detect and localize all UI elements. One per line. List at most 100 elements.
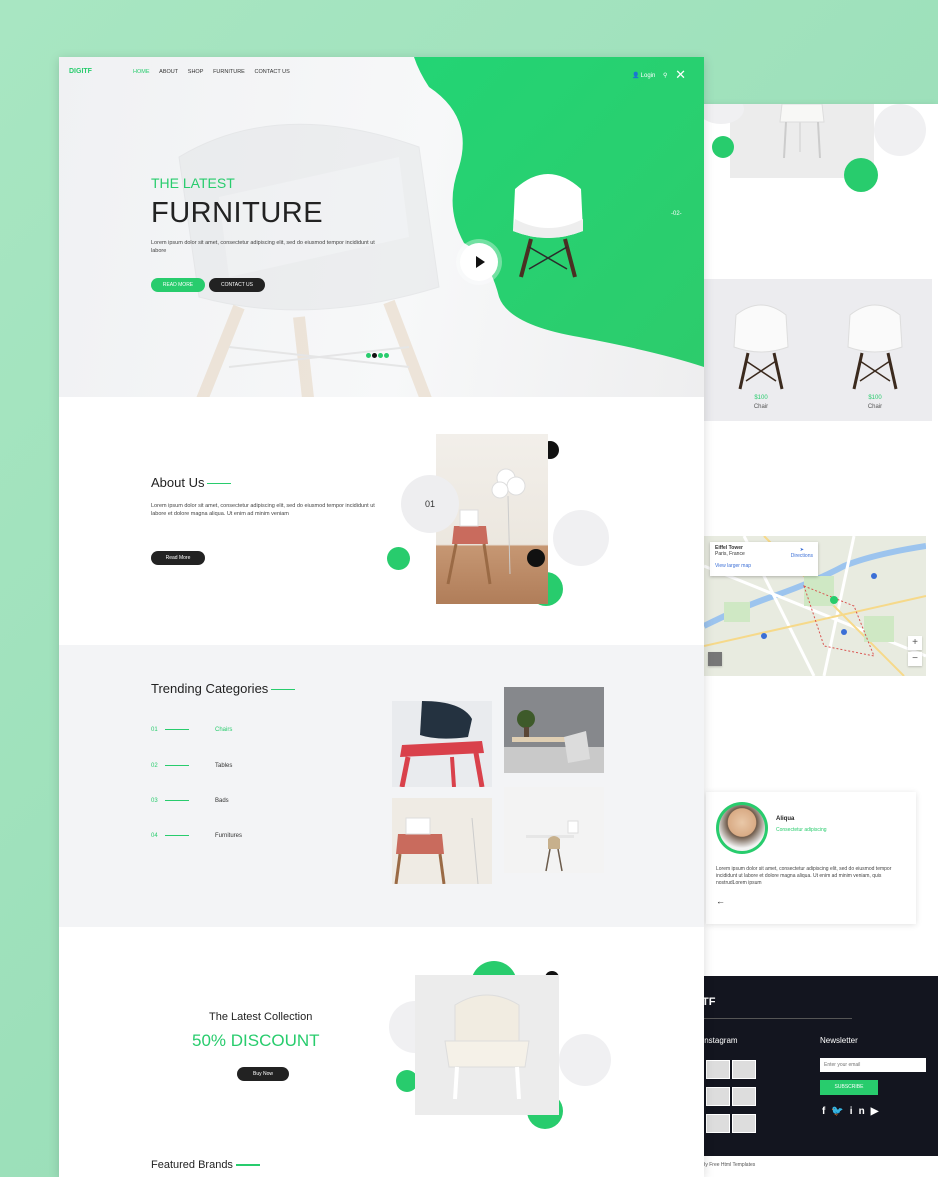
category-label: Chairs	[215, 727, 233, 733]
decor-circle	[553, 510, 609, 566]
arrow-left-icon[interactable]: ←	[716, 896, 725, 906]
linkedin-icon[interactable]: in	[850, 1106, 871, 1117]
about-number: 01	[401, 475, 459, 533]
product-price: $100	[754, 395, 768, 401]
menu-home[interactable]: HOME	[133, 69, 150, 75]
testimonial-text: Lorem ipsum dolor sit amet, consectetur …	[716, 866, 892, 886]
decor-circle	[874, 104, 926, 156]
featured-brands-title: Featured Brands	[151, 1159, 260, 1171]
contact-us-button[interactable]: CONTACT US	[209, 278, 265, 292]
category-item-chairs[interactable]: 01 Chairs	[151, 727, 232, 733]
product-card[interactable]: $100 Chair	[818, 279, 932, 421]
chair-image	[733, 304, 789, 390]
newsletter-email-input[interactable]	[820, 1058, 926, 1072]
user-icon[interactable]: 👤	[632, 73, 639, 79]
latest-collection-section: The Latest Collection 50% DISCOUNT Buy N…	[59, 927, 704, 1177]
slider-dot[interactable]	[384, 353, 389, 358]
instagram-thumb[interactable]	[732, 1060, 756, 1079]
search-icon[interactable]: ⚲	[663, 73, 667, 79]
street-view-button[interactable]	[708, 652, 722, 666]
instagram-thumb[interactable]	[706, 1060, 730, 1079]
zoom-out-button[interactable]: −	[908, 652, 922, 666]
secondary-page-preview: $100 Chair $100 Chair Eiffel Tower Paris…	[688, 104, 938, 1177]
slider-dot[interactable]	[366, 353, 371, 358]
product-card[interactable]: $100 Chair	[704, 279, 818, 421]
slider-dot[interactable]	[378, 353, 383, 358]
category-number: 03	[151, 798, 158, 804]
divider	[702, 1018, 852, 1019]
product-price: $100	[868, 395, 882, 401]
category-item-tables[interactable]: 02 Tables	[151, 763, 232, 769]
youtube-icon[interactable]: ▶	[871, 1106, 885, 1117]
category-tile-tables[interactable]	[504, 687, 604, 773]
testimonial-name: Aliqua	[776, 816, 795, 822]
trending-title: Trending Categories	[151, 681, 295, 696]
instagram-thumb[interactable]	[706, 1114, 730, 1133]
menu-contact[interactable]: CONTACT US	[255, 69, 290, 75]
category-number: 01	[151, 727, 158, 733]
logo[interactable]: DIGITF	[69, 68, 92, 75]
category-label: Bads	[215, 798, 229, 804]
login-link[interactable]: Login	[641, 73, 656, 79]
trending-categories-section: Trending Categories 01 Chairs 02 Tables 03…	[59, 645, 704, 927]
menu-about[interactable]: ABOUT	[159, 69, 178, 75]
avatar	[716, 802, 768, 854]
category-item-bads[interactable]: 03 Bads	[151, 798, 229, 804]
instagram-thumb[interactable]	[732, 1087, 756, 1106]
latest-collection-image	[415, 975, 559, 1115]
newsletter-heading: Newsletter	[820, 1036, 858, 1045]
menu-furniture[interactable]: FURNITURE	[213, 69, 245, 75]
category-item-furnitures[interactable]: 04 Furnitures	[151, 833, 242, 839]
view-larger-map-link[interactable]: View larger map	[715, 563, 813, 569]
testimonial-role: Consectetur adipiscing	[776, 827, 827, 833]
zoom-in-button[interactable]: +	[908, 636, 922, 650]
location-map[interactable]: Eiffel Tower Paris, France View larger m…	[704, 536, 926, 676]
slider-dots	[366, 345, 390, 363]
category-tile-bads[interactable]	[392, 798, 492, 884]
discount-text: 50% DISCOUNT	[192, 1031, 320, 1050]
category-label: Furnitures	[215, 833, 243, 839]
footer-brand: TF	[702, 996, 716, 1008]
buy-now-button[interactable]: Buy Now	[237, 1067, 289, 1081]
menu-shop[interactable]: SHOP	[188, 69, 204, 75]
slider-dot[interactable]	[372, 353, 377, 358]
instagram-thumb[interactable]	[706, 1087, 730, 1106]
subscribe-button[interactable]: SUBSCRIBE	[820, 1080, 878, 1095]
hero-description: Lorem ipsum dolor sit amet, consectetur …	[151, 240, 375, 254]
about-section: About Us Lorem ipsum dolor sit amet, con…	[59, 397, 704, 645]
read-more-button[interactable]: READ MORE	[151, 278, 205, 292]
about-title: About Us	[151, 475, 231, 490]
instagram-heading: Instagram	[702, 1036, 738, 1045]
map-info-card: Eiffel Tower Paris, France View larger m…	[710, 542, 818, 576]
decor-circle	[712, 136, 734, 158]
close-icon[interactable]: ✕	[675, 67, 686, 82]
instagram-thumb[interactable]	[732, 1114, 756, 1133]
about-description: Lorem ipsum dolor sit amet, consectetur …	[151, 503, 375, 517]
latest-title: The Latest Collection	[209, 1011, 313, 1023]
category-number: 04	[151, 833, 158, 839]
footer-credit: By Free Html Templates	[702, 1162, 756, 1168]
decor-circle	[559, 1034, 611, 1086]
category-tile-chairs[interactable]	[392, 701, 492, 787]
directions-button[interactable]: ➤ Directions	[791, 547, 813, 559]
footer: TF Instagram Newsletter SUBSCRIBE f🐦in▶	[688, 976, 938, 1156]
map-address: Paris, France	[715, 551, 745, 557]
hero-title: FURNITURE	[151, 197, 324, 229]
category-tile-furnitures[interactable]	[504, 787, 604, 873]
main-page: DIGITF HOME ABOUT SHOP FURNITURE CONTACT…	[59, 57, 704, 1177]
play-video-button[interactable]	[460, 243, 498, 281]
top-navigation: DIGITF HOME ABOUT SHOP FURNITURE CONTACT…	[69, 67, 694, 83]
hero-chair-image	[513, 174, 583, 278]
testimonial-card: Aliqua Consectetur adipiscing Lorem ipsu…	[706, 792, 916, 924]
twitter-icon[interactable]: 🐦	[831, 1106, 849, 1117]
directions-label: Directions	[790, 553, 813, 559]
category-number: 02	[151, 763, 158, 769]
nav-actions: 👤Login ⚲ ✕	[626, 67, 686, 83]
hero-section: DIGITF HOME ABOUT SHOP FURNITURE CONTACT…	[59, 57, 704, 397]
product-name: Chair	[753, 404, 769, 410]
social-links: f🐦in▶	[822, 1106, 884, 1117]
instagram-grid	[706, 1060, 764, 1141]
hero-subtitle: THE LATEST	[151, 175, 235, 191]
about-read-more-button[interactable]: Read More	[151, 551, 205, 565]
facebook-icon[interactable]: f	[822, 1106, 831, 1117]
